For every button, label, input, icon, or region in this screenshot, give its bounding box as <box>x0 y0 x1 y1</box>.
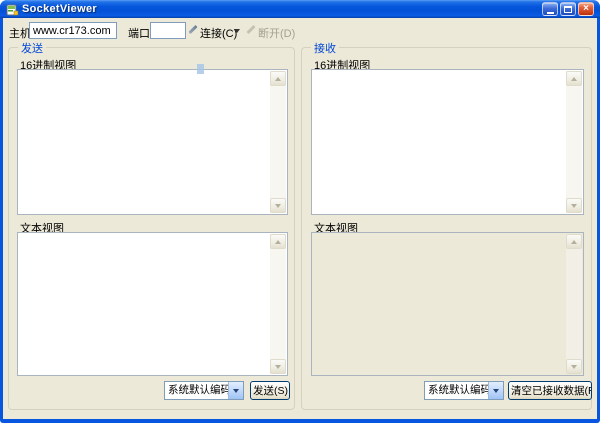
send-hex-view[interactable] <box>17 69 288 215</box>
host-label: 主机 <box>9 28 31 40</box>
title-bar: SocketViewer × <box>0 0 600 18</box>
chevron-down-icon[interactable] <box>228 382 243 399</box>
scroll-up-icon[interactable] <box>566 71 582 86</box>
send-encoding-select[interactable]: 系统默认编码页 <box>164 381 244 400</box>
clear-received-button[interactable]: 清空已接收数据(R) <box>508 381 592 400</box>
scroll-down-icon[interactable] <box>566 198 582 213</box>
disconnect-icon <box>246 24 256 35</box>
port-input[interactable] <box>150 22 186 39</box>
connect-icon <box>188 24 198 35</box>
scroll-down-icon[interactable] <box>270 359 286 374</box>
send-group-title: 发送 <box>18 40 46 56</box>
scroll-down-icon[interactable] <box>270 198 286 213</box>
scroll-up-icon[interactable] <box>270 234 286 249</box>
maximize-button[interactable] <box>560 2 576 16</box>
app-icon <box>6 3 19 16</box>
receive-hex-view[interactable] <box>311 69 584 215</box>
maximize-icon <box>564 5 572 13</box>
receive-group-title: 接收 <box>311 40 339 56</box>
send-hex-scrollbar[interactable] <box>270 71 286 213</box>
text-cursor-highlight <box>197 64 204 74</box>
disconnect-button: 断开(D) <box>258 28 296 40</box>
send-text-scrollbar[interactable] <box>270 234 286 374</box>
connect-dropdown-icon[interactable] <box>234 29 240 33</box>
scroll-up-icon[interactable] <box>270 71 286 86</box>
chevron-down-icon[interactable] <box>488 382 503 399</box>
receive-encoding-select[interactable]: 系统默认编码页 <box>424 381 504 400</box>
socketviewer-window: SocketViewer × 主机 端口 连接(C) 断开(D) 发送 16进制… <box>0 0 600 423</box>
receive-hex-scrollbar[interactable] <box>566 71 582 213</box>
scroll-down-icon[interactable] <box>566 359 582 374</box>
minimize-button[interactable] <box>542 2 558 16</box>
receive-text-scrollbar[interactable] <box>566 234 582 374</box>
host-input[interactable] <box>29 22 117 39</box>
send-button[interactable]: 发送(S) <box>250 381 290 400</box>
send-text-view[interactable] <box>17 232 288 376</box>
window-title: SocketViewer <box>22 3 97 15</box>
minimize-icon <box>546 11 554 14</box>
port-label: 端口 <box>128 28 150 40</box>
window-controls: × <box>542 2 594 16</box>
receive-text-view <box>311 232 584 376</box>
connect-button[interactable]: 连接(C) <box>200 25 237 41</box>
scroll-up-icon[interactable] <box>566 234 582 249</box>
close-button[interactable]: × <box>578 2 594 16</box>
client-area: 主机 端口 连接(C) 断开(D) 发送 16进制视图 文本视图 <box>3 18 597 419</box>
